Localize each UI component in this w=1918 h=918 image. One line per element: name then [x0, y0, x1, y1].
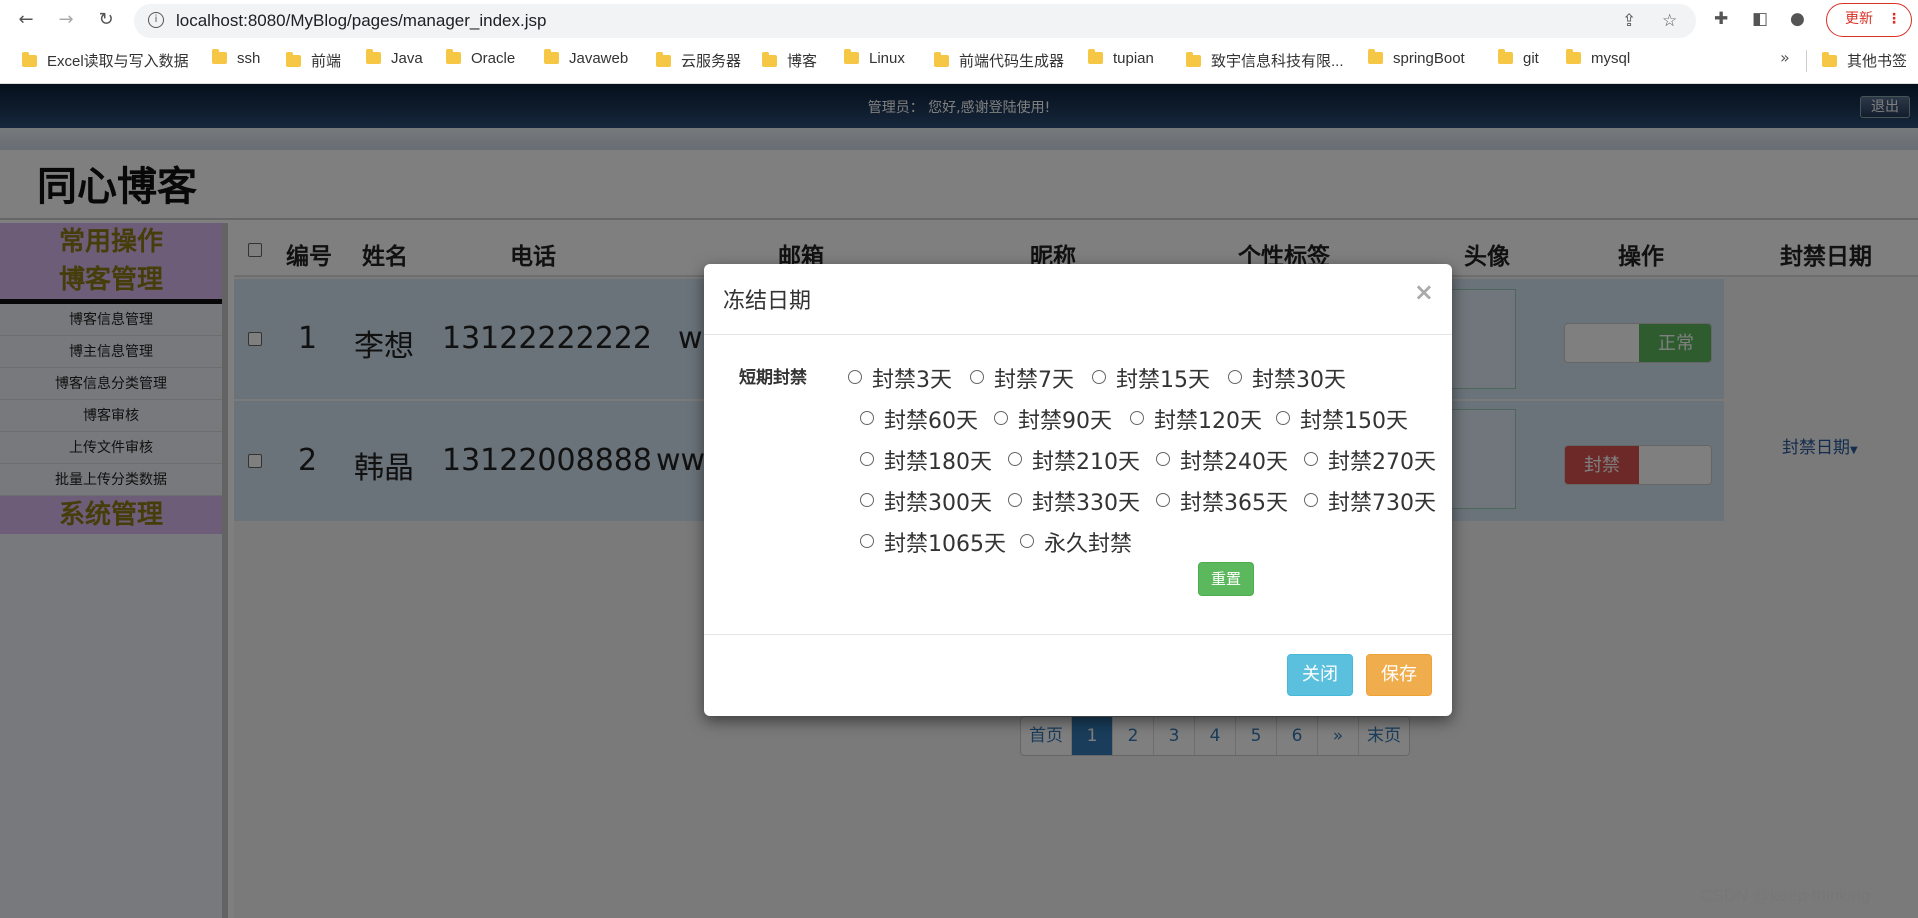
browser-chrome: ← → ↻ i localhost:8080/MyBlog/pages/mana… [0, 0, 1918, 84]
ban-option[interactable]: 封禁150天 [1276, 403, 1408, 435]
folder-icon [844, 49, 859, 64]
freeze-date-modal: 冻结日期 × 短期封禁 封禁3天 封禁7天 封禁15天 封禁30天 封禁60天 … [704, 264, 1452, 716]
address-bar[interactable]: i localhost:8080/MyBlog/pages/manager_in… [134, 4, 1696, 38]
share-icon[interactable]: ⇪ [1622, 11, 1636, 31]
folder-icon [934, 52, 949, 67]
folder-icon [656, 52, 671, 67]
bookmarks-bar: Excel读取与写入数据 ssh 前端 Java Oracle Javaweb … [0, 46, 1918, 76]
radio-icon[interactable] [860, 493, 874, 507]
bookmark-item[interactable]: git [1498, 49, 1539, 67]
folder-icon [1186, 52, 1201, 67]
ban-option[interactable]: 封禁365天 [1156, 485, 1288, 517]
ban-option[interactable]: 封禁30天 [1228, 362, 1346, 394]
short-ban-label: 短期封禁 [739, 368, 807, 388]
radio-icon[interactable] [860, 534, 874, 548]
modal-footer-divider [704, 634, 1452, 635]
bookmark-item[interactable]: ssh [212, 49, 260, 67]
modal-header: 冻结日期 × [704, 264, 1452, 335]
radio-icon[interactable] [1020, 534, 1034, 548]
bookmark-item[interactable]: 前端 [286, 50, 341, 71]
radio-icon[interactable] [1228, 370, 1242, 384]
url-text[interactable]: localhost:8080/MyBlog/pages/manager_inde… [176, 11, 546, 31]
bookmark-item[interactable]: 致宇信息科技有限... [1186, 50, 1344, 71]
ban-option[interactable]: 封禁15天 [1092, 362, 1210, 394]
radio-icon[interactable] [1130, 411, 1144, 425]
radio-icon[interactable] [1156, 452, 1170, 466]
folder-icon [1498, 49, 1513, 64]
ban-option[interactable]: 封禁3天 [848, 362, 952, 394]
radio-icon[interactable] [860, 411, 874, 425]
update-button[interactable]: 更新 ⋮ [1826, 3, 1912, 37]
bookmark-item[interactable]: 前端代码生成器 [934, 50, 1064, 71]
save-button[interactable]: 保存 [1366, 654, 1432, 696]
menu-dots-icon[interactable]: ⋮ [1887, 4, 1901, 35]
ban-option[interactable]: 封禁7天 [970, 362, 1074, 394]
bookmark-item[interactable]: Java [366, 49, 423, 67]
folder-icon [366, 49, 381, 64]
radio-icon[interactable] [1008, 452, 1022, 466]
radio-icon[interactable] [1304, 452, 1318, 466]
close-icon[interactable]: × [1414, 278, 1434, 306]
ban-option[interactable]: 封禁60天 [860, 403, 978, 435]
side-panel-icon[interactable]: ◧ [1752, 9, 1768, 29]
folder-icon [1822, 52, 1837, 67]
forward-icon[interactable]: → [54, 8, 78, 32]
radio-icon[interactable] [994, 411, 1008, 425]
ban-option[interactable]: 封禁210天 [1008, 444, 1140, 476]
folder-icon [544, 49, 559, 64]
folder-icon [1368, 49, 1383, 64]
radio-icon[interactable] [1304, 493, 1318, 507]
ban-option[interactable]: 封禁300天 [860, 485, 992, 517]
watermark: CSDN @keep thinking [1700, 886, 1871, 905]
folder-icon [22, 52, 37, 67]
folder-icon [762, 52, 777, 67]
radio-icon[interactable] [970, 370, 984, 384]
ban-option[interactable]: 封禁730天 [1304, 485, 1436, 517]
bookmark-item[interactable]: 博客 [762, 50, 817, 71]
bookmark-star-icon[interactable]: ☆ [1662, 11, 1677, 31]
more-bookmarks-icon[interactable]: » [1780, 48, 1790, 67]
extensions-icon[interactable]: ✚ [1714, 9, 1728, 29]
other-bookmarks[interactable]: 其他书签 [1822, 50, 1907, 71]
ban-option[interactable]: 封禁1065天 [860, 526, 1006, 558]
bookmark-divider [1806, 50, 1807, 72]
bookmark-item[interactable]: Javaweb [544, 49, 628, 67]
radio-icon[interactable] [860, 452, 874, 466]
close-button[interactable]: 关闭 [1287, 654, 1353, 696]
folder-icon [446, 49, 461, 64]
ban-option[interactable]: 封禁270天 [1304, 444, 1436, 476]
radio-icon[interactable] [1092, 370, 1106, 384]
bookmark-item[interactable]: Oracle [446, 49, 515, 67]
ban-option-permanent[interactable]: 永久封禁 [1020, 526, 1132, 558]
folder-icon [1566, 49, 1581, 64]
ban-option[interactable]: 封禁330天 [1008, 485, 1140, 517]
ban-option[interactable]: 封禁90天 [994, 403, 1112, 435]
radio-icon[interactable] [1008, 493, 1022, 507]
radio-icon[interactable] [1276, 411, 1290, 425]
reload-icon[interactable]: ↻ [94, 8, 118, 32]
ban-option[interactable]: 封禁180天 [860, 444, 992, 476]
folder-icon [212, 49, 227, 64]
folder-icon [1088, 49, 1103, 64]
folder-icon [286, 52, 301, 67]
modal-title: 冻结日期 [723, 289, 812, 314]
bookmark-item[interactable]: tupian [1088, 49, 1154, 67]
radio-icon[interactable] [848, 370, 862, 384]
bookmark-item[interactable]: mysql [1566, 49, 1630, 67]
reset-button[interactable]: 重置 [1198, 562, 1254, 596]
radio-icon[interactable] [1156, 493, 1170, 507]
ban-option[interactable]: 封禁120天 [1130, 403, 1262, 435]
bookmark-item[interactable]: 云服务器 [656, 50, 741, 71]
site-info-icon[interactable]: i [148, 12, 164, 28]
bookmark-item[interactable]: Linux [844, 49, 905, 67]
back-icon[interactable]: ← [14, 8, 38, 32]
bookmark-item[interactable]: Excel读取与写入数据 [22, 50, 189, 71]
ban-option[interactable]: 封禁240天 [1156, 444, 1288, 476]
bookmark-item[interactable]: springBoot [1368, 49, 1465, 67]
profile-icon[interactable]: ● [1790, 9, 1805, 29]
